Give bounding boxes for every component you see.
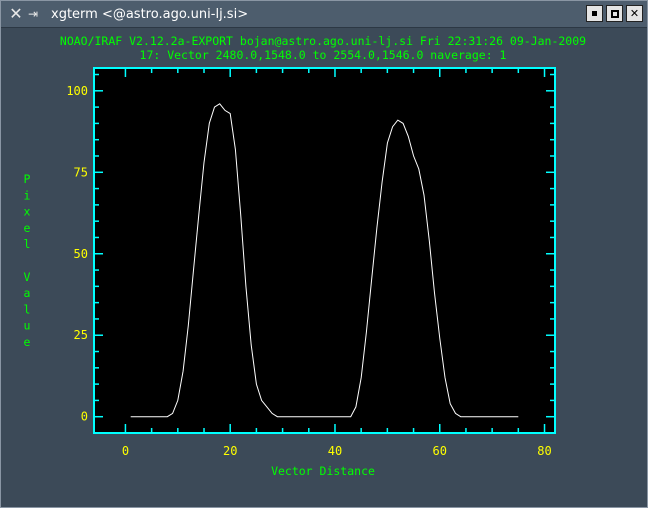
y-tick-label: 75	[74, 165, 88, 179]
x-tick-label: 40	[328, 444, 342, 458]
x-icon[interactable]: ✕	[7, 5, 25, 23]
plot-header-line1: NOAO/IRAF V2.12.2a-EXPORT bojan@astro.ag…	[60, 34, 586, 48]
plot-header-line2: 17: Vector 2480.0,1548.0 to 2554.0,1546.…	[140, 48, 507, 62]
plot-frame	[93, 67, 556, 434]
window-title: xgterm <@astro.ago.uni-lj.si>	[51, 7, 249, 22]
minimize-icon	[592, 11, 597, 16]
y-axis-label: Pixel Value	[24, 172, 31, 349]
maximize-button[interactable]	[606, 5, 623, 22]
y-tick-label: 0	[81, 410, 88, 424]
xgterm-window: ✕ ⇥ xgterm <@astro.ago.uni-lj.si> ✕ NOAO…	[0, 0, 648, 508]
minimize-button[interactable]	[586, 5, 603, 22]
x-tick-label: 20	[223, 444, 237, 458]
title-bar[interactable]: ✕ ⇥ xgterm <@astro.ago.uni-lj.si> ✕	[1, 1, 647, 28]
x-tick-label: 0	[122, 444, 129, 458]
close-icon: ✕	[629, 7, 640, 20]
x-axis-label: Vector Distance	[271, 464, 375, 478]
y-tick-label: 100	[66, 84, 88, 98]
pin-icon[interactable]: ⇥	[28, 5, 44, 23]
iraf-plot: NOAO/IRAF V2.12.2a-EXPORT bojan@astro.ag…	[24, 34, 587, 478]
x-tick-label: 60	[433, 444, 447, 458]
y-tick-label: 25	[74, 328, 88, 342]
x-tick-label: 80	[537, 444, 551, 458]
maximize-icon	[610, 9, 619, 18]
graphics-area: NOAO/IRAF V2.12.2a-EXPORT bojan@astro.ag…	[6, 28, 643, 503]
y-tick-label: 50	[74, 247, 88, 261]
close-button[interactable]: ✕	[626, 5, 643, 22]
